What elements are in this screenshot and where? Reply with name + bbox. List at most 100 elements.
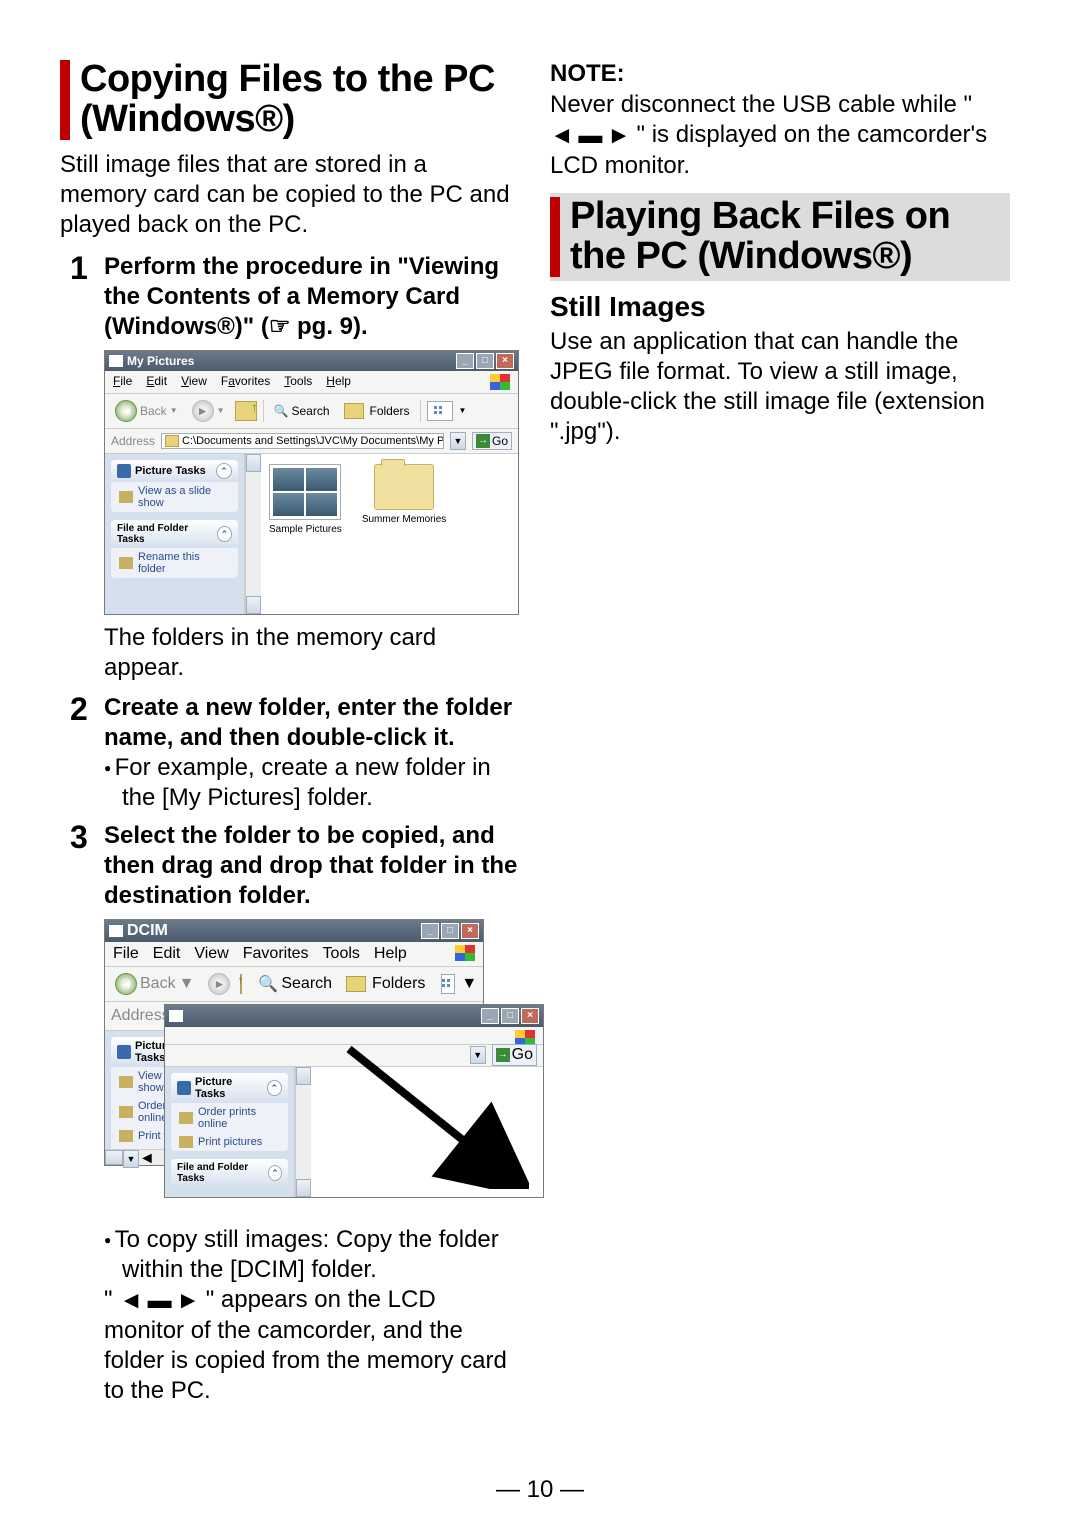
task-pane: Picture Tasks⌃ View as a slide show File…	[105, 454, 245, 614]
section-heading-copy: Copying Files to the PC (Windows®)	[60, 60, 520, 140]
back-arrow-icon: ◄	[115, 973, 137, 995]
order-prints-link: Order prints online	[171, 1103, 288, 1133]
picture-tasks-icon	[177, 1081, 191, 1095]
summer-memories-thumb: Summer Memories	[362, 464, 446, 525]
picture-tasks-icon	[117, 464, 131, 478]
folder-icon	[109, 355, 123, 367]
close-icon: ×	[461, 923, 479, 939]
transfer-icon: ◄ ▬ ►	[550, 121, 630, 151]
scrollbar-icon	[295, 1067, 311, 1197]
address-label: Address	[111, 434, 155, 448]
maximize-icon: □	[476, 353, 494, 369]
menu-bar: File Edit View Favorites Tools Help	[105, 371, 518, 394]
menu-edit: Edit	[146, 374, 167, 390]
menu-favorites: Favorites	[243, 945, 309, 963]
forward-button: ►	[204, 971, 234, 997]
right-column: NOTE: Never disconnect the USB cable whi…	[550, 60, 1010, 1406]
rename-link: Rename this folder	[111, 548, 238, 578]
maximize-icon: □	[441, 923, 459, 939]
scrollbar-icon	[245, 454, 261, 614]
note-text: Never disconnect the USB cable while " ◄…	[550, 90, 1010, 181]
file-tasks-header: File and Folder Tasks⌃	[171, 1159, 288, 1187]
collapse-icon: ⌃	[217, 526, 232, 542]
destination-window: _ □ × ▼ →Go Picture Tasks⌃ O	[164, 1004, 544, 1198]
minimize-icon: _	[456, 353, 474, 369]
heading-bar-icon	[60, 60, 70, 140]
window-titlebar: My Pictures _ □ ×	[105, 351, 518, 371]
folders-button: Folders	[340, 401, 414, 421]
left-column: Copying Files to the PC (Windows®) Still…	[60, 60, 520, 1406]
view-selector-icon	[441, 974, 455, 994]
menu-tools: Tools	[323, 945, 360, 963]
up-folder-icon	[235, 401, 257, 421]
step3-bullet: To copy still images: Copy the folder wi…	[104, 1225, 520, 1285]
collapse-icon: ⌃	[216, 463, 232, 479]
menu-help: Help	[326, 374, 351, 390]
menu-view: View	[181, 374, 207, 390]
dropdown-icon: ▼	[470, 1046, 486, 1064]
sample-pictures-thumb: Sample Pictures	[269, 464, 342, 535]
menu-file: File	[113, 374, 132, 390]
forward-arrow-icon: ►	[208, 973, 230, 995]
maximize-icon: □	[501, 1008, 519, 1024]
step-number: 2	[60, 693, 104, 813]
minimize-icon: _	[421, 923, 439, 939]
rename-icon	[119, 557, 133, 569]
up-folder-icon	[240, 974, 242, 994]
step-title: Select the folder to be copied, and then…	[104, 821, 520, 911]
go-arrow-icon: →	[476, 434, 490, 448]
note-label: NOTE:	[550, 60, 1010, 88]
go-arrow-icon: →	[496, 1048, 510, 1062]
transfer-icon: ◄ ▬ ►	[119, 1286, 199, 1316]
forward-button: ► ▼	[188, 398, 229, 424]
picture-tasks-header: Picture Tasks⌃	[171, 1073, 288, 1103]
print-pictures-link: Print pictures	[171, 1133, 288, 1151]
go-button: →Go	[492, 1044, 537, 1066]
toolbar: ◄Back ▼ ► ▼ 🔍 Search Folders ▼	[105, 394, 518, 429]
step-number: 3	[60, 821, 104, 911]
folder-icon	[109, 925, 123, 937]
section-heading-playback: Playing Back Files on the PC (Windows®)	[550, 193, 1010, 281]
menu-favorites: Favorites	[221, 374, 270, 390]
menu-view: View	[194, 945, 228, 963]
heading-bar-icon	[550, 197, 560, 277]
address-field: C:\Documents and Settings\JVC\My Documen…	[161, 433, 444, 449]
back-button: ◄Back ▼	[111, 398, 182, 424]
picture-tasks-icon	[117, 1045, 131, 1059]
address-bar: Address C:\Documents and Settings\JVC\My…	[105, 429, 518, 454]
intro-text: Still image files that are stored in a m…	[60, 150, 520, 240]
back-arrow-icon: ◄	[115, 400, 137, 422]
page-number: — 10 —	[0, 1476, 1080, 1504]
step-title: Perform the procedure in "Viewing the Co…	[104, 252, 520, 342]
back-button: ◄Back ▼	[111, 971, 198, 997]
picture-tasks-header: Picture Tasks⌃	[111, 460, 238, 482]
screenshot-dcim-drag: DCIM _ □ × File Edit View Favorites Tool…	[104, 919, 549, 1219]
minimize-icon: _	[481, 1008, 499, 1024]
file-tasks-header: File and Folder Tasks⌃	[111, 520, 238, 548]
windows-logo-icon	[490, 374, 510, 390]
folders-button: Folders	[342, 973, 429, 995]
caption-1: The folders in the memory card appear.	[104, 623, 520, 683]
menu-tools: Tools	[284, 374, 312, 390]
screenshot-my-pictures: My Pictures _ □ × File Edit View Favorit…	[104, 350, 519, 615]
dropdown-icon: ▼	[450, 432, 466, 450]
subheading-still-images: Still Images	[550, 291, 1010, 323]
search-button: 🔍 Search	[270, 402, 334, 420]
view-selector-icon	[427, 401, 453, 421]
close-icon: ×	[521, 1008, 539, 1024]
collapse-icon: ⌃	[268, 1165, 282, 1181]
step-2: 2 Create a new folder, enter the folder …	[60, 693, 520, 813]
close-icon: ×	[496, 353, 514, 369]
step-number: 1	[60, 252, 104, 342]
step-title: Create a new folder, enter the folder na…	[104, 693, 520, 753]
folder-icon	[165, 435, 179, 447]
step3-after: " ◄ ▬ ► " appears on the LCD monitor of …	[104, 1285, 520, 1406]
go-button: →Go	[472, 432, 512, 450]
search-button: 🔍 Search	[254, 972, 336, 996]
slideshow-link: View as a slide show	[111, 482, 238, 512]
slideshow-icon	[119, 491, 133, 503]
forward-arrow-icon: ►	[192, 400, 214, 422]
folder-content: Sample Pictures Summer Memories	[261, 454, 518, 614]
step-1: 1 Perform the procedure in "Viewing the …	[60, 252, 520, 342]
collapse-icon: ⌃	[267, 1080, 282, 1096]
